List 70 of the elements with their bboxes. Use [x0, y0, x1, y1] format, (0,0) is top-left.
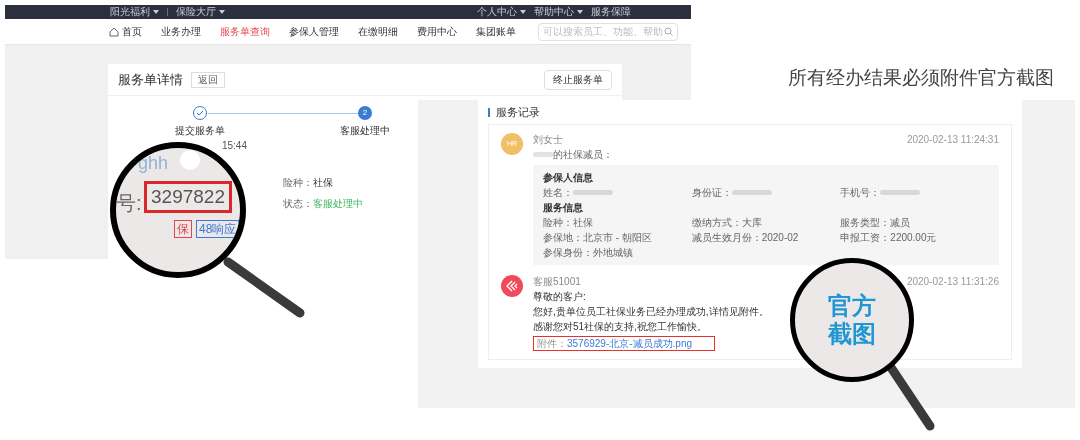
message-text: 的社保减员： [553, 148, 613, 161]
caption-text: 所有经办结果必须附件官方截图 [788, 66, 1054, 90]
info-label: 手机号： [840, 186, 881, 199]
caret-icon [520, 10, 526, 14]
top-bar-menu[interactable]: 服务保障 [591, 5, 631, 19]
info-value: 北京市 - 朝阳区 [583, 231, 652, 244]
magnified-text: ghh [138, 152, 169, 175]
caret-icon [219, 10, 225, 14]
info-value: 外地城镇 [593, 246, 633, 259]
attachment-link[interactable]: 3576929-北京-减员成功.png [567, 337, 693, 350]
info-label: 服务类型： [840, 216, 891, 229]
info-label: 申报工资： [840, 231, 891, 244]
attachment-label: 附件： [537, 337, 567, 350]
info-label: 身份证： [691, 186, 732, 199]
nav-item[interactable]: 在缴明细 [358, 24, 398, 39]
nav-item[interactable]: 参保人管理 [289, 24, 339, 39]
top-bar-menu[interactable]: 阳光福利 [110, 5, 159, 19]
step-number: 2 [358, 106, 372, 120]
info-label: 险种： [543, 216, 573, 229]
nav-item[interactable]: 集团账单 [476, 24, 516, 39]
field-label: 状态： [283, 197, 313, 211]
step-label: 客服处理中 [340, 124, 390, 138]
info-value: 2200.00元 [890, 231, 937, 244]
back-button[interactable]: 返回 [191, 71, 225, 88]
message-text: 感谢您对51社保的支持,祝您工作愉快。 [533, 320, 707, 333]
step-time: 15:44 [221, 139, 247, 153]
caret-icon [153, 10, 159, 14]
caret-icon [577, 10, 583, 14]
terminate-button[interactable]: 终止服务单 [544, 69, 612, 90]
top-bar-menu[interactable]: 帮助中心 [534, 5, 583, 19]
order-number: 3297822 [144, 181, 232, 213]
info-value: 2020-02 [761, 231, 799, 244]
info-label: 参保地： [543, 231, 583, 244]
info-section-title: 参保人信息 [543, 171, 594, 184]
message-text: 您好,贵单位员工社保业务已经办理成功,详情见附件。 [533, 305, 769, 318]
section-title: 服务记录 [496, 104, 540, 120]
page-title: 服务单详情 [118, 70, 183, 89]
home-icon [109, 26, 119, 37]
sender-name: 客服51001 [533, 275, 581, 288]
info-label: 姓名： [543, 186, 573, 199]
lens-glare [180, 150, 200, 170]
step-label: 提交服务单 [175, 124, 225, 138]
agent-logo-icon [501, 275, 523, 297]
tag: 保 [174, 220, 192, 238]
top-bar-menu[interactable]: 个人中心 [477, 5, 526, 19]
nav-item[interactable]: 费用中心 [417, 24, 457, 39]
field-value: 客服处理中 [313, 197, 363, 211]
top-bar-menu[interactable]: 保险大厅 [176, 5, 225, 19]
field-label: 险种： [283, 176, 313, 190]
magnified-text: 截图 [828, 320, 876, 348]
timestamp: 2020-02-13 11:24:31 [906, 133, 999, 146]
search-icon [664, 27, 673, 36]
blurred-text [533, 152, 553, 157]
info-label: 参保身份： [543, 246, 593, 259]
info-value: 大库 [741, 216, 762, 229]
info-label: 减员生效月份： [691, 231, 762, 244]
timestamp: 2020-02-13 11:31:26 [906, 275, 999, 288]
magnified-label: 号: [116, 191, 142, 216]
info-section-title: 服务信息 [543, 201, 584, 214]
info-value: 社保 [573, 216, 593, 229]
magnified-text: 官方 [828, 292, 876, 320]
sender-name: 刘女士 [533, 133, 563, 146]
field-value: 社保 [313, 176, 333, 190]
info-value: 减员 [890, 216, 911, 229]
nav-item[interactable]: 首页 [109, 24, 142, 39]
nav-item[interactable]: 服务单查询 [220, 24, 270, 39]
nav-item[interactable]: 业务办理 [161, 24, 201, 39]
info-label: 缴纳方式： [691, 216, 742, 229]
tag: 48响应 [196, 220, 240, 238]
message-text: 尊敬的客户: [533, 290, 586, 303]
